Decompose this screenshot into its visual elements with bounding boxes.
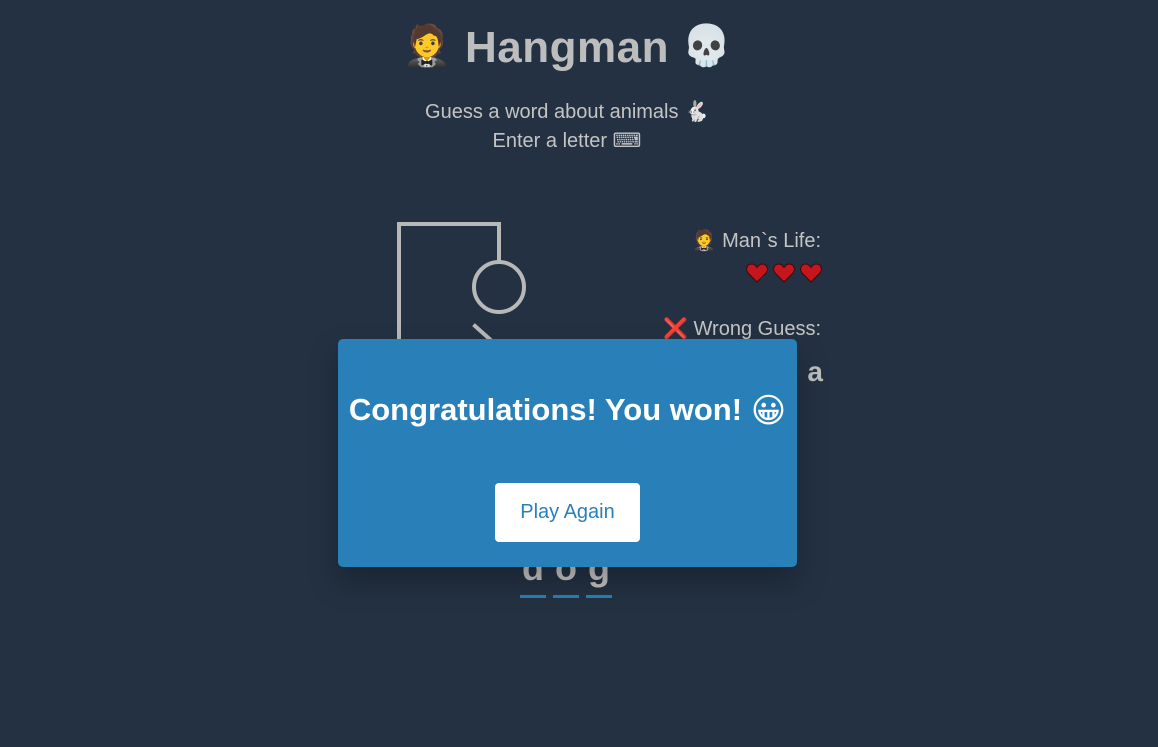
title-text: Hangman	[465, 23, 669, 72]
gallows-drawing	[397, 222, 526, 348]
skull-icon: 💀	[681, 23, 733, 69]
lives-hearts	[746, 263, 822, 283]
play-again-button[interactable]: Play Again	[495, 483, 640, 542]
heart-icon	[800, 263, 822, 283]
popup-message-text: Congratulations! You won!	[348, 392, 743, 427]
wrong-guess-label: ❌ Wrong Guess:	[663, 318, 821, 340]
page-title: 🤵 Hangman 💀	[0, 22, 1134, 73]
wrong-letters: a	[807, 356, 823, 387]
hangman-game: 🤵 Hangman 💀 Guess a word about animals 🐇…	[0, 0, 1158, 747]
letter-underline	[553, 595, 579, 598]
man-in-tuxedo-icon: 🤵	[401, 23, 453, 69]
letter-underline	[520, 595, 546, 598]
grinning-face-icon: 😀	[750, 391, 787, 431]
heart-icon	[746, 263, 768, 283]
win-popup: Congratulations! You won! 😀 Play Again	[338, 339, 797, 567]
lives-label: 🤵 Man`s Life:	[691, 230, 821, 252]
popup-message: Congratulations! You won! 😀	[338, 391, 797, 431]
heart-icon	[773, 263, 795, 283]
letter-underline	[586, 595, 612, 598]
instruction: Enter a letter ⌨	[492, 130, 642, 152]
hangman-head	[472, 260, 526, 314]
subtitle: Guess a word about animals 🐇	[425, 101, 709, 123]
